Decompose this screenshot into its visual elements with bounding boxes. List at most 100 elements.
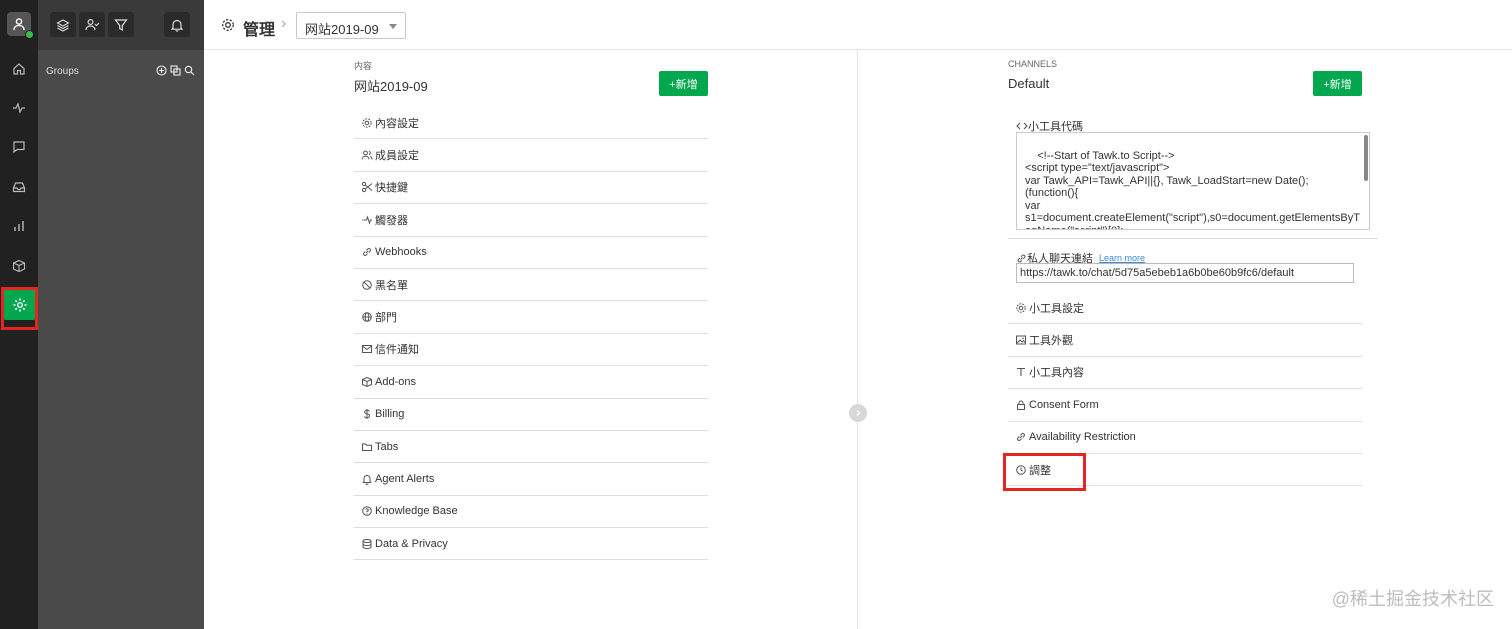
user-check-icon — [84, 18, 99, 30]
copy-icon[interactable] — [170, 65, 181, 76]
add-circle-icon[interactable] — [156, 65, 167, 76]
right-section-label: CHANNELS — [1008, 59, 1058, 69]
direct-chat-link-field[interactable] — [1016, 263, 1354, 283]
app: Groups 管理 › 网站2019-09 内容 网站2019-09 +新增 內… — [0, 0, 1512, 629]
menu-item-label: Agent Alerts — [375, 472, 435, 485]
site-selector[interactable]: 网站2019-09 — [296, 12, 406, 39]
menu-item-label: 信件通知 — [375, 344, 419, 357]
menu-item-globe[interactable]: 部門 — [354, 301, 708, 334]
code-scrollbar[interactable] — [1364, 135, 1368, 181]
user-avatar[interactable] — [7, 12, 34, 39]
notifications-button[interactable] — [164, 12, 190, 37]
menu-item-box[interactable]: Add-ons — [354, 366, 708, 399]
menu-item-label: 成員設定 — [375, 150, 419, 163]
menu-item-ban[interactable]: 黑名單 — [354, 269, 708, 302]
gear-icon — [13, 298, 26, 311]
chat-icon — [13, 141, 25, 154]
pane-toggle[interactable] — [849, 404, 867, 422]
link-icon — [361, 246, 373, 258]
menu-item-dollar[interactable]: Billing — [354, 399, 708, 431]
chevron-right-icon — [856, 410, 861, 416]
menu-item-label: 工具外觀 — [1029, 335, 1073, 348]
ban-icon — [361, 279, 373, 291]
menu-item-label: 小工具內容 — [1029, 367, 1084, 380]
home-icon — [13, 63, 25, 75]
menu-item-label: Knowledge Base — [375, 505, 458, 518]
add-channel-button[interactable]: +新增 — [1313, 71, 1362, 96]
menu-item-lock[interactable]: Consent Form — [1008, 389, 1362, 422]
gear-icon — [361, 117, 373, 129]
menu-item-label: Webhooks — [375, 246, 427, 259]
help-icon — [361, 505, 373, 517]
left-section-label: 内容 — [354, 61, 373, 71]
bar-chart-icon — [14, 221, 24, 231]
menu-item-label: Consent Form — [1029, 398, 1099, 411]
online-status-dot — [25, 30, 34, 39]
user-icon — [13, 18, 25, 31]
rail-messages[interactable] — [0, 128, 38, 166]
box-icon — [361, 376, 373, 388]
menu-item-link[interactable]: Webhooks — [354, 237, 708, 269]
database-icon — [361, 538, 373, 550]
menu-item-link[interactable]: Availability Restriction — [1008, 422, 1362, 454]
rail-reports[interactable] — [0, 207, 38, 245]
menu-item-image[interactable]: 工具外觀 — [1008, 324, 1362, 357]
inbox-icon — [12, 182, 26, 193]
menu-item-users[interactable]: 成員設定 — [354, 139, 708, 172]
layers-button[interactable] — [50, 12, 76, 37]
menu-item-bell[interactable]: Agent Alerts — [354, 463, 708, 496]
menu-item-label: 調整 — [1029, 464, 1051, 477]
menu-item-gear[interactable]: 內容設定 — [354, 107, 708, 140]
menu-item-label: Add-ons — [375, 375, 416, 388]
rail-inbox[interactable] — [0, 168, 38, 206]
link-icon — [1017, 254, 1026, 262]
menu-item-trigger[interactable]: 觸發器 — [354, 204, 708, 237]
activity-icon — [13, 102, 25, 114]
menu-item-gear[interactable]: 小工具設定 — [1008, 292, 1362, 325]
dollar-icon — [361, 408, 373, 420]
menu-item-mail[interactable]: 信件通知 — [354, 334, 708, 367]
menu-item-label: 部門 — [375, 312, 397, 325]
rail-addons[interactable] — [0, 247, 38, 285]
property-settings-menu: 內容設定成員設定快捷鍵觸發器 Webhooks 黑名單部門信件通知 Add-ons Bi… — [354, 107, 708, 561]
lock-icon — [1015, 399, 1027, 411]
widget-code-text: <!--Start of Tawk.to Script--> <script t… — [1025, 149, 1360, 230]
menu-item-help[interactable]: Knowledge Base — [354, 496, 708, 529]
pane-divider — [857, 50, 858, 629]
learn-more-link[interactable]: Learn more — [1099, 253, 1145, 263]
bell-icon — [361, 473, 373, 485]
trigger-icon — [361, 214, 373, 226]
groups-panel: Groups — [38, 0, 204, 629]
menu-item-label: 黑名單 — [375, 279, 408, 292]
menu-item-clock[interactable]: 調整 — [1008, 454, 1362, 487]
menu-item-text[interactable]: 小工具內容 — [1008, 357, 1362, 390]
groups-toolbar — [38, 0, 204, 50]
bell-icon — [170, 19, 184, 32]
menu-item-scissors[interactable]: 快捷鍵 — [354, 172, 708, 205]
agent-status-button[interactable] — [79, 12, 105, 37]
rail-admin[interactable] — [4, 289, 35, 320]
menu-item-label: 快捷鍵 — [375, 182, 408, 195]
code-icon — [1016, 122, 1028, 130]
mail-icon — [361, 343, 373, 355]
menu-item-folder[interactable]: Tabs — [354, 431, 708, 464]
page-title: 管理 — [243, 22, 276, 39]
rail-home[interactable] — [0, 50, 38, 88]
divider — [1008, 238, 1378, 239]
filter-button[interactable] — [108, 12, 134, 37]
top-bar: 管理 › 网站2019-09 — [204, 0, 1512, 50]
widget-code-textarea[interactable]: <!--Start of Tawk.to Script--> <script t… — [1016, 132, 1370, 230]
image-icon — [1015, 334, 1027, 346]
menu-item-label: Billing — [375, 408, 405, 421]
folder-icon — [361, 441, 373, 453]
menu-item-label: Data & Privacy — [375, 537, 448, 550]
icon-rail — [0, 0, 38, 629]
rail-activity[interactable] — [0, 89, 38, 127]
add-property-button[interactable]: +新增 — [659, 71, 708, 96]
search-icon[interactable] — [184, 65, 195, 76]
globe-icon — [361, 311, 373, 323]
channel-settings-menu: 小工具設定工具外觀小工具內容 Consent Form Availability R… — [1008, 292, 1362, 487]
groups-title: Groups — [46, 66, 79, 77]
watermark: @稀土掘金技术社区 — [1331, 589, 1494, 609]
menu-item-database[interactable]: Data & Privacy — [354, 528, 708, 561]
